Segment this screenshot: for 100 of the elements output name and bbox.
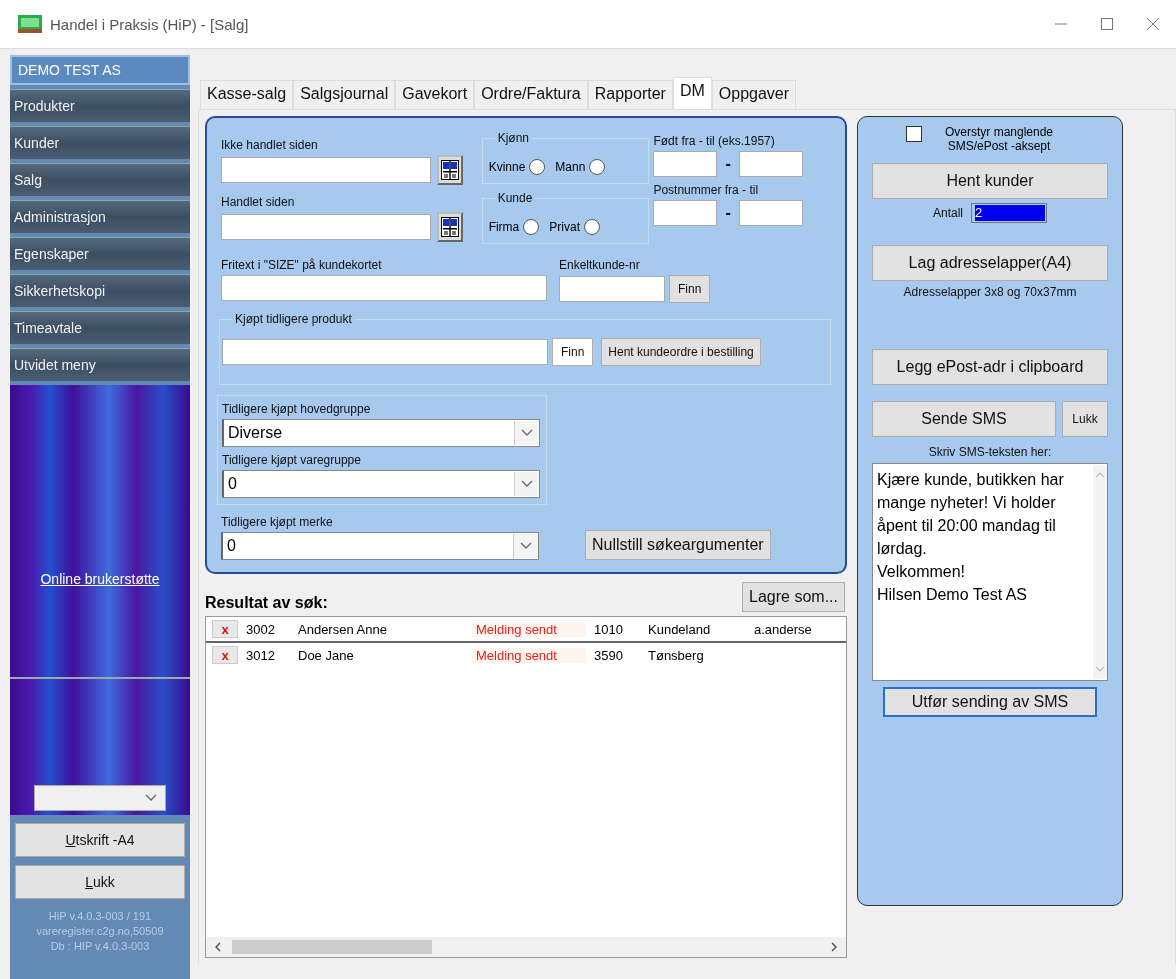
chevron-down-icon: [521, 480, 533, 488]
sidebar-item[interactable]: Sikkerhetskopi: [10, 274, 190, 307]
calendar-icon: [441, 160, 459, 180]
arrow-right-icon: [830, 942, 838, 952]
field-label: Født fra - til (eks.1957): [653, 134, 776, 148]
sidebar-button[interactable]: Lukk: [15, 865, 185, 899]
order-button[interactable]: Hent kundeordre i bestilling: [601, 338, 761, 366]
text-field[interactable]: [221, 275, 547, 301]
close-button[interactable]: Lukk: [1062, 401, 1108, 437]
maximize-icon: [1101, 18, 1113, 30]
send-button[interactable]: Utfør sending av SMS: [883, 687, 1097, 717]
close-icon: [1147, 18, 1159, 30]
chevron-down-icon: [520, 542, 532, 550]
horizontal-scrollbar[interactable]: [206, 937, 846, 957]
sidebar-item[interactable]: Salg: [10, 163, 190, 196]
field-label: Postnummer fra - til: [653, 183, 760, 197]
dropdown-value: 0: [226, 537, 237, 555]
scrollbar-thumb[interactable]: [232, 940, 432, 954]
date-field[interactable]: [221, 157, 431, 183]
table-cell-text: 3590: [593, 647, 624, 663]
radio-label: Privat: [549, 220, 580, 234]
field-label: Tidligere kjøpt hovedgruppe: [222, 402, 372, 416]
table-cell-text: Doe Jane: [298, 647, 355, 663]
support-link[interactable]: Online brukerstøtte: [40, 571, 160, 587]
save-button[interactable]: Lagre som...: [742, 582, 845, 612]
sidebar-item[interactable]: Produkter: [10, 89, 190, 122]
group-legend: Kunde: [494, 191, 536, 205]
chevron-down-icon: [521, 429, 533, 437]
tab[interactable]: Oppgaver: [711, 80, 797, 109]
tab[interactable]: Kasse-salg: [200, 80, 294, 109]
tab[interactable]: Gavekort: [395, 80, 475, 109]
table-cell-text: Andersen Anne: [298, 621, 388, 637]
sidebar-button[interactable]: Utskrift -A4: [15, 823, 185, 857]
app-icon: [18, 15, 42, 33]
dropdown-value: Diverse: [227, 424, 284, 442]
tab[interactable]: DM: [672, 77, 712, 109]
sidebar-item[interactable]: Administrasjon: [10, 200, 190, 233]
range-separator: -: [725, 155, 731, 173]
dropdown[interactable]: 0: [221, 532, 539, 560]
dropdown[interactable]: Diverse: [222, 419, 540, 447]
results-title: Resultat av søk:: [205, 594, 328, 612]
window-title: Handel i Praksis (HiP) - [Salg]: [50, 15, 249, 33]
labels-button[interactable]: Lag adresselapper(A4): [872, 245, 1108, 281]
calendar-button[interactable]: [437, 155, 463, 185]
labels-note: Adresselapper 3x8 og 70x37mm: [903, 285, 1077, 299]
company-name: DEMO TEST AS: [10, 55, 190, 85]
delete-button[interactable]: x: [212, 620, 238, 638]
sidebar-item[interactable]: Utvidet meny: [10, 348, 190, 381]
radio-button[interactable]: [589, 159, 606, 175]
sidebar-item[interactable]: Timeavtale: [10, 311, 190, 344]
tab[interactable]: Ordre/Faktura: [474, 80, 588, 109]
arrow-left-icon: [214, 942, 222, 952]
chevron-down-icon: [145, 794, 157, 802]
calendar-button[interactable]: [437, 212, 463, 242]
table-cell-text: a.anderse: [754, 621, 813, 637]
sidebar-item[interactable]: Kunder: [10, 126, 190, 159]
dropdown[interactable]: 0: [222, 470, 540, 498]
radio-button[interactable]: [584, 219, 600, 235]
tab[interactable]: Salgsjournal: [293, 80, 396, 109]
delete-button[interactable]: x: [212, 646, 238, 664]
send-sms-button[interactable]: Sende SMS: [872, 401, 1056, 437]
table-cell-text: 3002: [246, 621, 276, 637]
field-label: Enkeltkunde-nr: [559, 258, 641, 272]
field-label: Fritext i "SIZE" på kundekortet: [221, 258, 383, 272]
clipboard-button[interactable]: Legg ePost-adr i clipboard: [872, 349, 1108, 385]
field-label: Handlet siden: [221, 195, 296, 209]
table-cell: Melding sendt: [472, 621, 586, 637]
reset-button[interactable]: Nullstill søkeargumenter: [585, 530, 771, 560]
dropdown-value: 0: [227, 475, 238, 493]
range-separator: -: [725, 204, 731, 222]
fetch-button[interactable]: Hent kunder: [872, 163, 1108, 199]
table-cell-text: Tønsberg: [648, 647, 705, 663]
range-field[interactable]: [653, 200, 718, 226]
field-label: Tidligere kjøpt merke: [221, 515, 334, 529]
count-label: Antall: [933, 206, 963, 220]
find-button[interactable]: Finn: [552, 338, 594, 366]
radio-button[interactable]: [529, 159, 546, 175]
text-field[interactable]: [559, 276, 665, 302]
field-label: Tidligere kjøpt varegruppe: [222, 453, 362, 467]
field-label: Ikke handlet siden: [221, 138, 319, 152]
checkbox[interactable]: [906, 126, 922, 142]
count-field[interactable]: 2: [971, 203, 1047, 223]
checkbox-label: Overstyr manglende SMS/ePost -aksept: [943, 125, 1054, 153]
range-field[interactable]: [653, 151, 718, 177]
range-field[interactable]: [738, 151, 803, 177]
group-legend: Kjøpt tidligere produkt: [232, 312, 355, 326]
radio-button[interactable]: [523, 219, 540, 235]
message-label: Skriv SMS-teksten her:: [928, 445, 1052, 459]
range-field[interactable]: [738, 200, 803, 226]
dropdown[interactable]: [34, 785, 166, 811]
group-legend: Kjønn: [494, 131, 532, 145]
text-field[interactable]: [222, 339, 548, 365]
radio-label: Firma: [488, 220, 520, 234]
table-cell-text: 3012: [246, 647, 276, 663]
table-cell-text: 1010: [593, 621, 624, 637]
find-button[interactable]: Finn: [669, 275, 711, 303]
date-field[interactable]: [221, 214, 431, 240]
calendar-icon: [441, 217, 459, 237]
sidebar-item[interactable]: Egenskaper: [10, 237, 190, 270]
tab[interactable]: Rapporter: [587, 80, 673, 109]
